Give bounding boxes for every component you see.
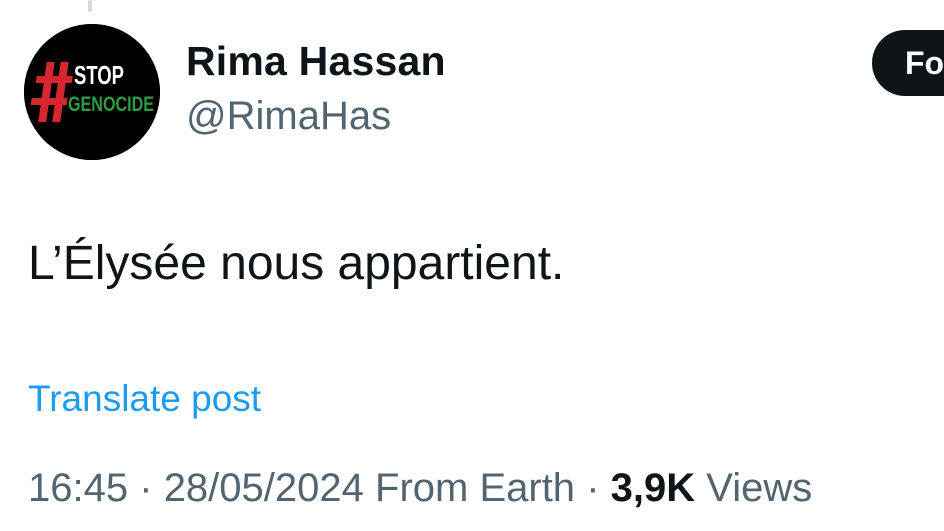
author-handle[interactable]: @RimaHas	[186, 94, 391, 139]
views-count[interactable]: 3,9K	[611, 466, 696, 510]
meta-separator: ·	[586, 466, 600, 510]
avatar[interactable]: STOP GENOCIDE	[24, 24, 160, 160]
follow-button[interactable]: Fo	[872, 30, 944, 96]
thread-connector-line	[88, 0, 92, 12]
post-date-source[interactable]: 28/05/2024 From Earth	[164, 466, 575, 510]
post-time[interactable]: 16:45	[28, 466, 128, 510]
avatar-genocide-text: GENOCIDE	[68, 93, 154, 116]
post-detail: STOP GENOCIDE Rima Hassan @RimaHas Fo L’…	[0, 0, 944, 531]
translate-post-link[interactable]: Translate post	[28, 378, 261, 420]
post-source: From Earth	[375, 466, 576, 510]
post-meta: 16:45 · 28/05/2024 From Earth · 3,9K Vie…	[28, 466, 812, 511]
post-text: L’Élysée nous appartient.	[28, 237, 565, 290]
meta-separator: ·	[139, 466, 153, 510]
stop-genocide-avatar-image: STOP GENOCIDE	[24, 24, 160, 160]
author-display-name[interactable]: Rima Hassan	[186, 38, 446, 85]
views-label: Views	[706, 466, 813, 510]
post-date[interactable]: 28/05/2024	[164, 466, 364, 510]
avatar-stop-text: STOP	[74, 60, 124, 90]
